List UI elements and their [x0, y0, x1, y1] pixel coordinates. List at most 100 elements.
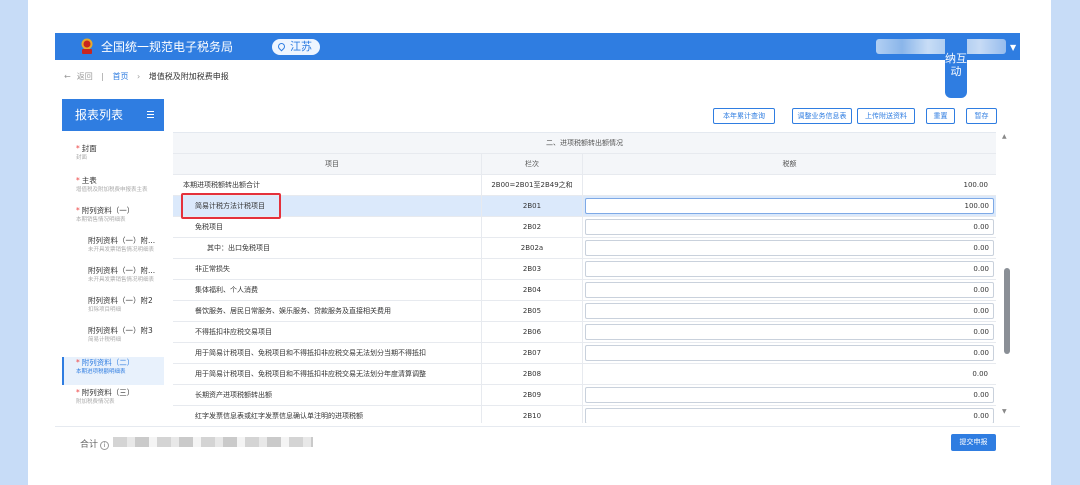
toolbar-button[interactable]: 调整业务信息表 [792, 108, 852, 124]
row-code: 2B03 [482, 259, 583, 279]
row-code: 2B05 [482, 301, 583, 321]
row-code: 2B07 [482, 343, 583, 363]
sidebar-item[interactable]: * 附列资料（一） 本期销售情况明细表 [62, 205, 164, 233]
sidebar-item-label: * 封面 [76, 144, 97, 153]
crumb-divider: | [101, 72, 104, 81]
amount-input[interactable]: 0.00 [585, 303, 994, 319]
row-amount-cell[interactable]: 0.00 [583, 343, 996, 363]
total-value-redacted [113, 437, 313, 447]
amount-input[interactable]: 100.00 [585, 198, 994, 214]
column-header-code: 栏次 [482, 154, 583, 174]
interact-float-tab[interactable]: 纳互动 [945, 34, 967, 98]
row-code: 2B09 [482, 385, 583, 405]
chevron-down-icon[interactable]: ▼ [1010, 43, 1016, 52]
toolbar-button[interactable]: 暂存 [966, 108, 997, 124]
amount-input[interactable]: 0.00 [585, 240, 994, 256]
table-row: 非正常损失 2B03 0.00 [173, 259, 996, 280]
table-row: 免税项目 2B02 0.00 [173, 217, 996, 238]
sidebar-item[interactable]: * 附列资料（二） 本期进项税额明细表 [62, 357, 164, 385]
table-column-header: 项目 栏次 税额 [173, 154, 996, 175]
sidebar-item-label: 附列资料（一）附2 [88, 296, 153, 305]
row-item-label: 其中：出口免税项目 [173, 238, 482, 258]
row-amount-cell[interactable]: 100.00 [583, 196, 996, 216]
sidebar-item-label: * 附列资料（一） [76, 206, 135, 215]
row-amount-cell[interactable]: 0.00 [583, 406, 996, 423]
table-row: 简易计税方法计税项目 2B01 100.00 [173, 196, 996, 217]
sidebar-item[interactable]: * 附列资料（三） 附加税费情况表 [62, 387, 164, 415]
sidebar-item-subtitle: 未开具发票销售情况明细表 [88, 277, 155, 283]
toolbar-button[interactable]: 重置 [926, 108, 955, 124]
submit-declaration-button[interactable]: 提交申报 [951, 434, 996, 451]
row-amount-cell: 100.00 [583, 175, 996, 195]
section-title: 二、进项税额转出额情况 [546, 138, 623, 147]
row-amount-cell[interactable]: 0.00 [583, 259, 996, 279]
top-header-bar: 全国统一规范电子税务局 江苏 ▼ [55, 33, 1020, 60]
row-code: 2B06 [482, 322, 583, 342]
row-amount-cell[interactable]: 0.00 [583, 301, 996, 321]
amount-input[interactable]: 0.00 [585, 219, 994, 235]
sidebar-item-label: 附列资料（一）附... [88, 236, 156, 245]
amount-input[interactable]: 0.00 [585, 345, 994, 361]
toolbar-button[interactable]: 本年累计查询 [713, 108, 775, 124]
sidebar-item-label: * 附列资料（三） [76, 388, 135, 397]
sidebar-item[interactable]: * 封面 封面 [62, 143, 164, 171]
row-code: 2B00=2B01至2B49之和 [482, 175, 583, 195]
back-link[interactable]: 返回 [77, 72, 93, 81]
sidebar-item[interactable]: 附列资料（一）附... 未开具发票销售情况明细表 [62, 265, 164, 293]
crumb-home[interactable]: 首页 [113, 72, 129, 81]
table-row: 红字发票信息表或红字发票信息确认单注明的进项税额 2B10 0.00 [173, 406, 996, 423]
table-row: 餐饮服务、居民日常服务、娱乐服务、贷款服务及直接相关费用 2B05 0.00 [173, 301, 996, 322]
user-account-menu[interactable] [876, 39, 1006, 54]
back-arrow-icon[interactable]: ← [64, 72, 71, 81]
table-row: 用于简易计税项目、免税项目和不得抵扣非应税交易无法划分年度清算调整 2B08 0.0… [173, 364, 996, 385]
table-row: 其中：出口免税项目 2B02a 0.00 [173, 238, 996, 259]
amount-input[interactable]: 0.00 [585, 282, 994, 298]
row-item-label: 免税项目 [173, 217, 482, 237]
crumb-separator: › [137, 72, 141, 81]
row-item-label: 集体福利、个人消费 [173, 280, 482, 300]
row-amount-cell[interactable]: 0.00 [583, 280, 996, 300]
scroll-down-icon[interactable]: ▼ [1002, 408, 1007, 415]
region-switcher[interactable]: 江苏 [272, 39, 320, 55]
amount-input[interactable]: 0.00 [585, 261, 994, 277]
sidebar-item-subtitle: 本期销售情况明细表 [76, 217, 126, 223]
menu-icon[interactable] [147, 111, 154, 118]
row-amount-cell[interactable]: 0.00 [583, 385, 996, 405]
sidebar-item[interactable]: 附列资料（一）附3 简易计税明细 [62, 325, 164, 353]
required-marker: * [76, 176, 80, 185]
footer-bar: 合计 i 提交申报 [55, 427, 1020, 459]
sidebar-item[interactable]: 附列资料（一）附2 扣除项目明细 [62, 295, 164, 323]
scroll-up-icon[interactable]: ▲ [1002, 133, 1007, 140]
scroll-thumb[interactable] [1004, 268, 1010, 354]
row-amount-cell[interactable]: 0.00 [583, 217, 996, 237]
amount-input[interactable]: 0.00 [585, 408, 994, 423]
row-code: 2B02a [482, 238, 583, 258]
info-icon[interactable]: i [100, 441, 110, 450]
sidebar-item-label: 附列资料（一）附... [88, 266, 156, 275]
table-row: 用于简易计税项目、免税项目和不得抵扣非应税交易无法划分当期不得抵扣 2B07 0.0… [173, 343, 996, 364]
amount-input[interactable]: 0.00 [585, 324, 994, 340]
crumb-current: 增值税及附加税费申报 [148, 72, 229, 81]
row-amount-cell[interactable]: 0.00 [583, 238, 996, 258]
app-title: 全国统一规范电子税务局 [101, 40, 234, 54]
required-marker: * [76, 358, 80, 367]
row-code: 2B10 [482, 406, 583, 423]
row-amount-cell[interactable]: 0.00 [583, 322, 996, 342]
sidebar-item-subtitle: 增值税及附加税费申报表主表 [76, 187, 148, 193]
row-item-label: 用于简易计税项目、免税项目和不得抵扣非应税交易无法划分当期不得抵扣 [173, 343, 482, 363]
total-label: 合计 i [80, 437, 110, 450]
sidebar-item-subtitle: 扣除项目明细 [88, 307, 122, 313]
amount-input[interactable]: 0.00 [585, 387, 994, 403]
sidebar-item[interactable]: 附列资料（一）附... 未开具发票销售情况明细表 [62, 235, 164, 263]
row-item-label: 不得抵扣非应税交易项目 [173, 322, 482, 342]
sidebar-item[interactable]: * 主表 增值税及附加税费申报表主表 [62, 175, 164, 203]
location-pin-icon [276, 41, 287, 52]
row-item-label: 红字发票信息表或红字发票信息确认单注明的进项税额 [173, 406, 482, 423]
sidebar-item-subtitle: 简易计税明细 [88, 337, 122, 343]
row-code: 2B04 [482, 280, 583, 300]
column-header-item: 项目 [173, 154, 482, 174]
column-header-amount: 税额 [782, 159, 797, 168]
interact-label: 纳互动 [945, 52, 967, 78]
toolbar-button[interactable]: 上传附送资料 [857, 108, 915, 124]
tax-emblem-icon [81, 38, 93, 54]
